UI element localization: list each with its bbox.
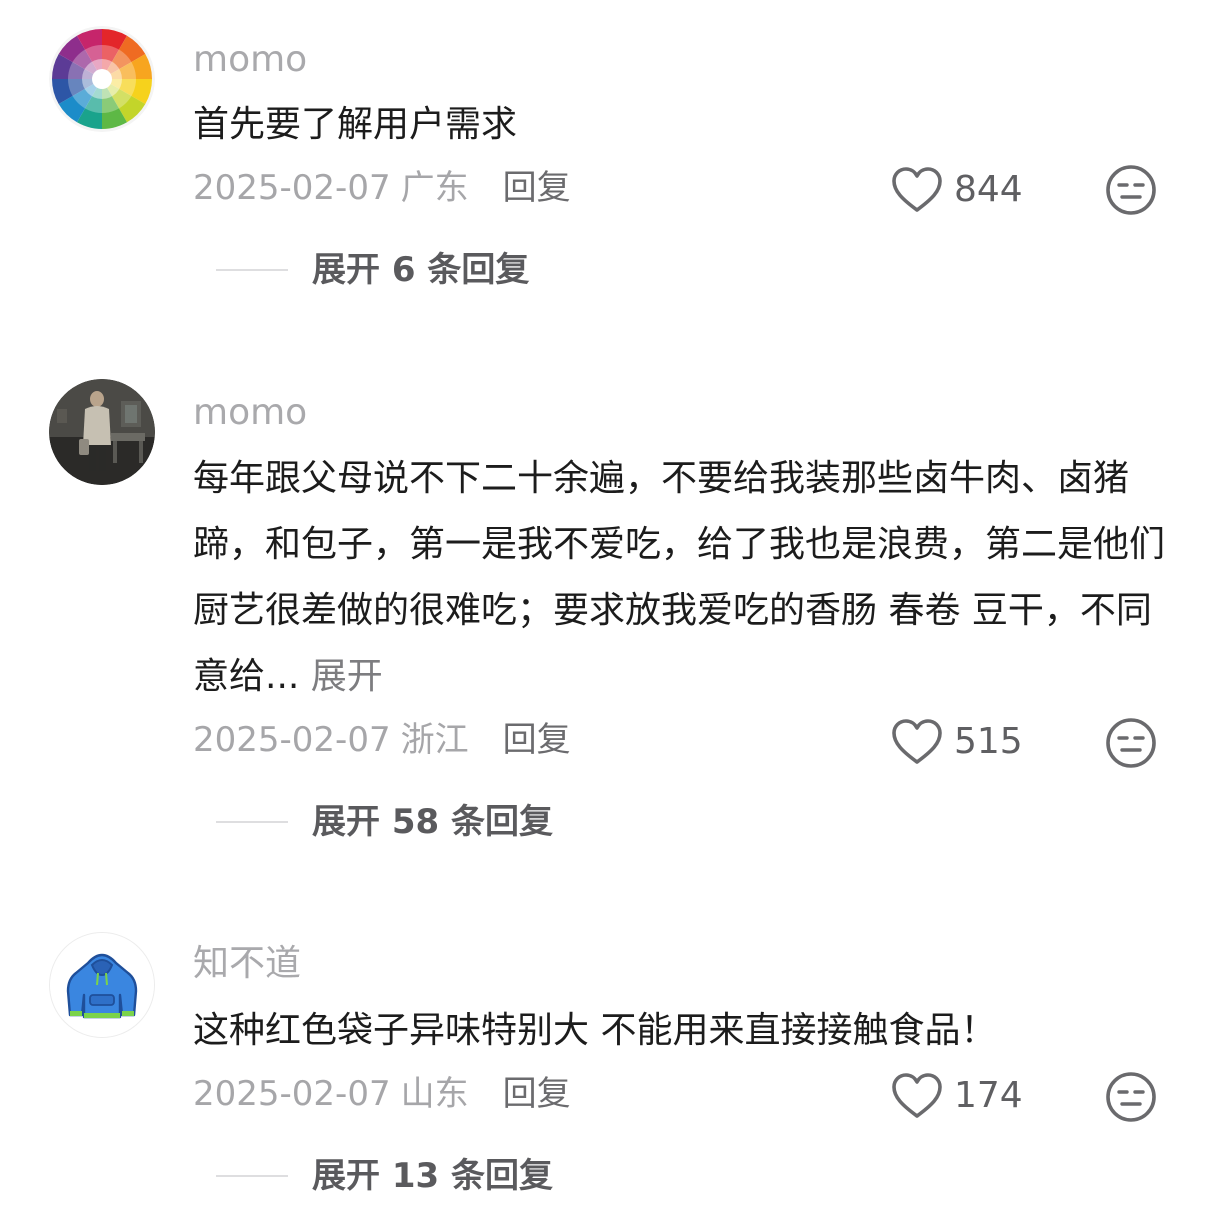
avatar[interactable]	[49, 379, 155, 485]
like-count: 844	[954, 169, 1023, 210]
comment-body: 这种红色袋子异味特别大 不能用来直接接触食品！	[193, 1010, 997, 1051]
dislike-button[interactable]	[1104, 1070, 1158, 1124]
like-button[interactable]: 515	[890, 714, 1023, 770]
username[interactable]: momo	[193, 391, 307, 435]
comment-meta: 2025-02-07 浙江 回复	[193, 718, 571, 762]
dislike-button[interactable]	[1104, 163, 1158, 217]
photo-avatar-icon	[49, 379, 155, 485]
expand-replies-button[interactable]: 展开 6 条回复	[216, 248, 529, 292]
heart-icon	[892, 1073, 942, 1118]
heart-icon	[892, 167, 942, 212]
like-button[interactable]: 844	[890, 162, 1023, 218]
reply-button[interactable]: 回复	[503, 1074, 571, 1114]
like-button[interactable]: 174	[890, 1068, 1023, 1124]
color-wheel-icon	[49, 26, 155, 132]
comment-date: 2025-02-07	[193, 1074, 391, 1114]
expand-replies-label: 展开 6 条回复	[312, 250, 530, 290]
blue-hoodie-icon	[50, 933, 154, 1037]
expand-replies-button[interactable]: 展开 58 条回复	[216, 800, 553, 844]
divider-line	[216, 821, 288, 823]
comment-location: 浙江	[400, 720, 469, 760]
username[interactable]: 知不道	[193, 942, 301, 986]
comment-location: 山东	[400, 1074, 469, 1114]
like-count: 174	[954, 1075, 1023, 1116]
comment-date: 2025-02-07	[193, 720, 391, 760]
heart-icon	[892, 719, 942, 764]
unamused-face-icon	[1106, 718, 1156, 768]
unamused-face-icon	[1106, 165, 1156, 215]
comment-location: 广东	[400, 168, 469, 208]
comment-date: 2025-02-07	[193, 168, 391, 208]
expand-replies-button[interactable]: 展开 13 条回复	[216, 1154, 553, 1198]
comment-meta: 2025-02-07 山东 回复	[193, 1072, 571, 1116]
divider-line	[216, 1175, 288, 1177]
comment-body: 首先要了解用户需求	[193, 104, 518, 145]
username[interactable]: momo	[193, 38, 307, 82]
dislike-button[interactable]	[1104, 716, 1158, 770]
reply-button[interactable]: 回复	[503, 168, 571, 208]
expand-replies-label: 展开 58 条回复	[312, 802, 553, 842]
reply-button[interactable]: 回复	[503, 720, 571, 760]
comment-text: 每年跟父母说不下二十余遍，不要给我装那些卤牛肉、卤猪蹄，和包子，第一是我不爱吃，…	[193, 446, 1168, 710]
unamused-face-icon	[1106, 1072, 1156, 1122]
avatar[interactable]	[49, 26, 155, 132]
expand-replies-label: 展开 13 条回复	[312, 1156, 553, 1196]
like-count: 515	[954, 721, 1023, 762]
avatar[interactable]	[49, 932, 155, 1038]
comment-text: 首先要了解用户需求	[193, 92, 1168, 158]
comment-meta: 2025-02-07 广东 回复	[193, 166, 571, 210]
divider-line	[216, 269, 288, 271]
expand-text-link[interactable]: 展开	[299, 656, 383, 697]
comment-text: 这种红色袋子异味特别大 不能用来直接接触食品！	[193, 998, 1168, 1064]
